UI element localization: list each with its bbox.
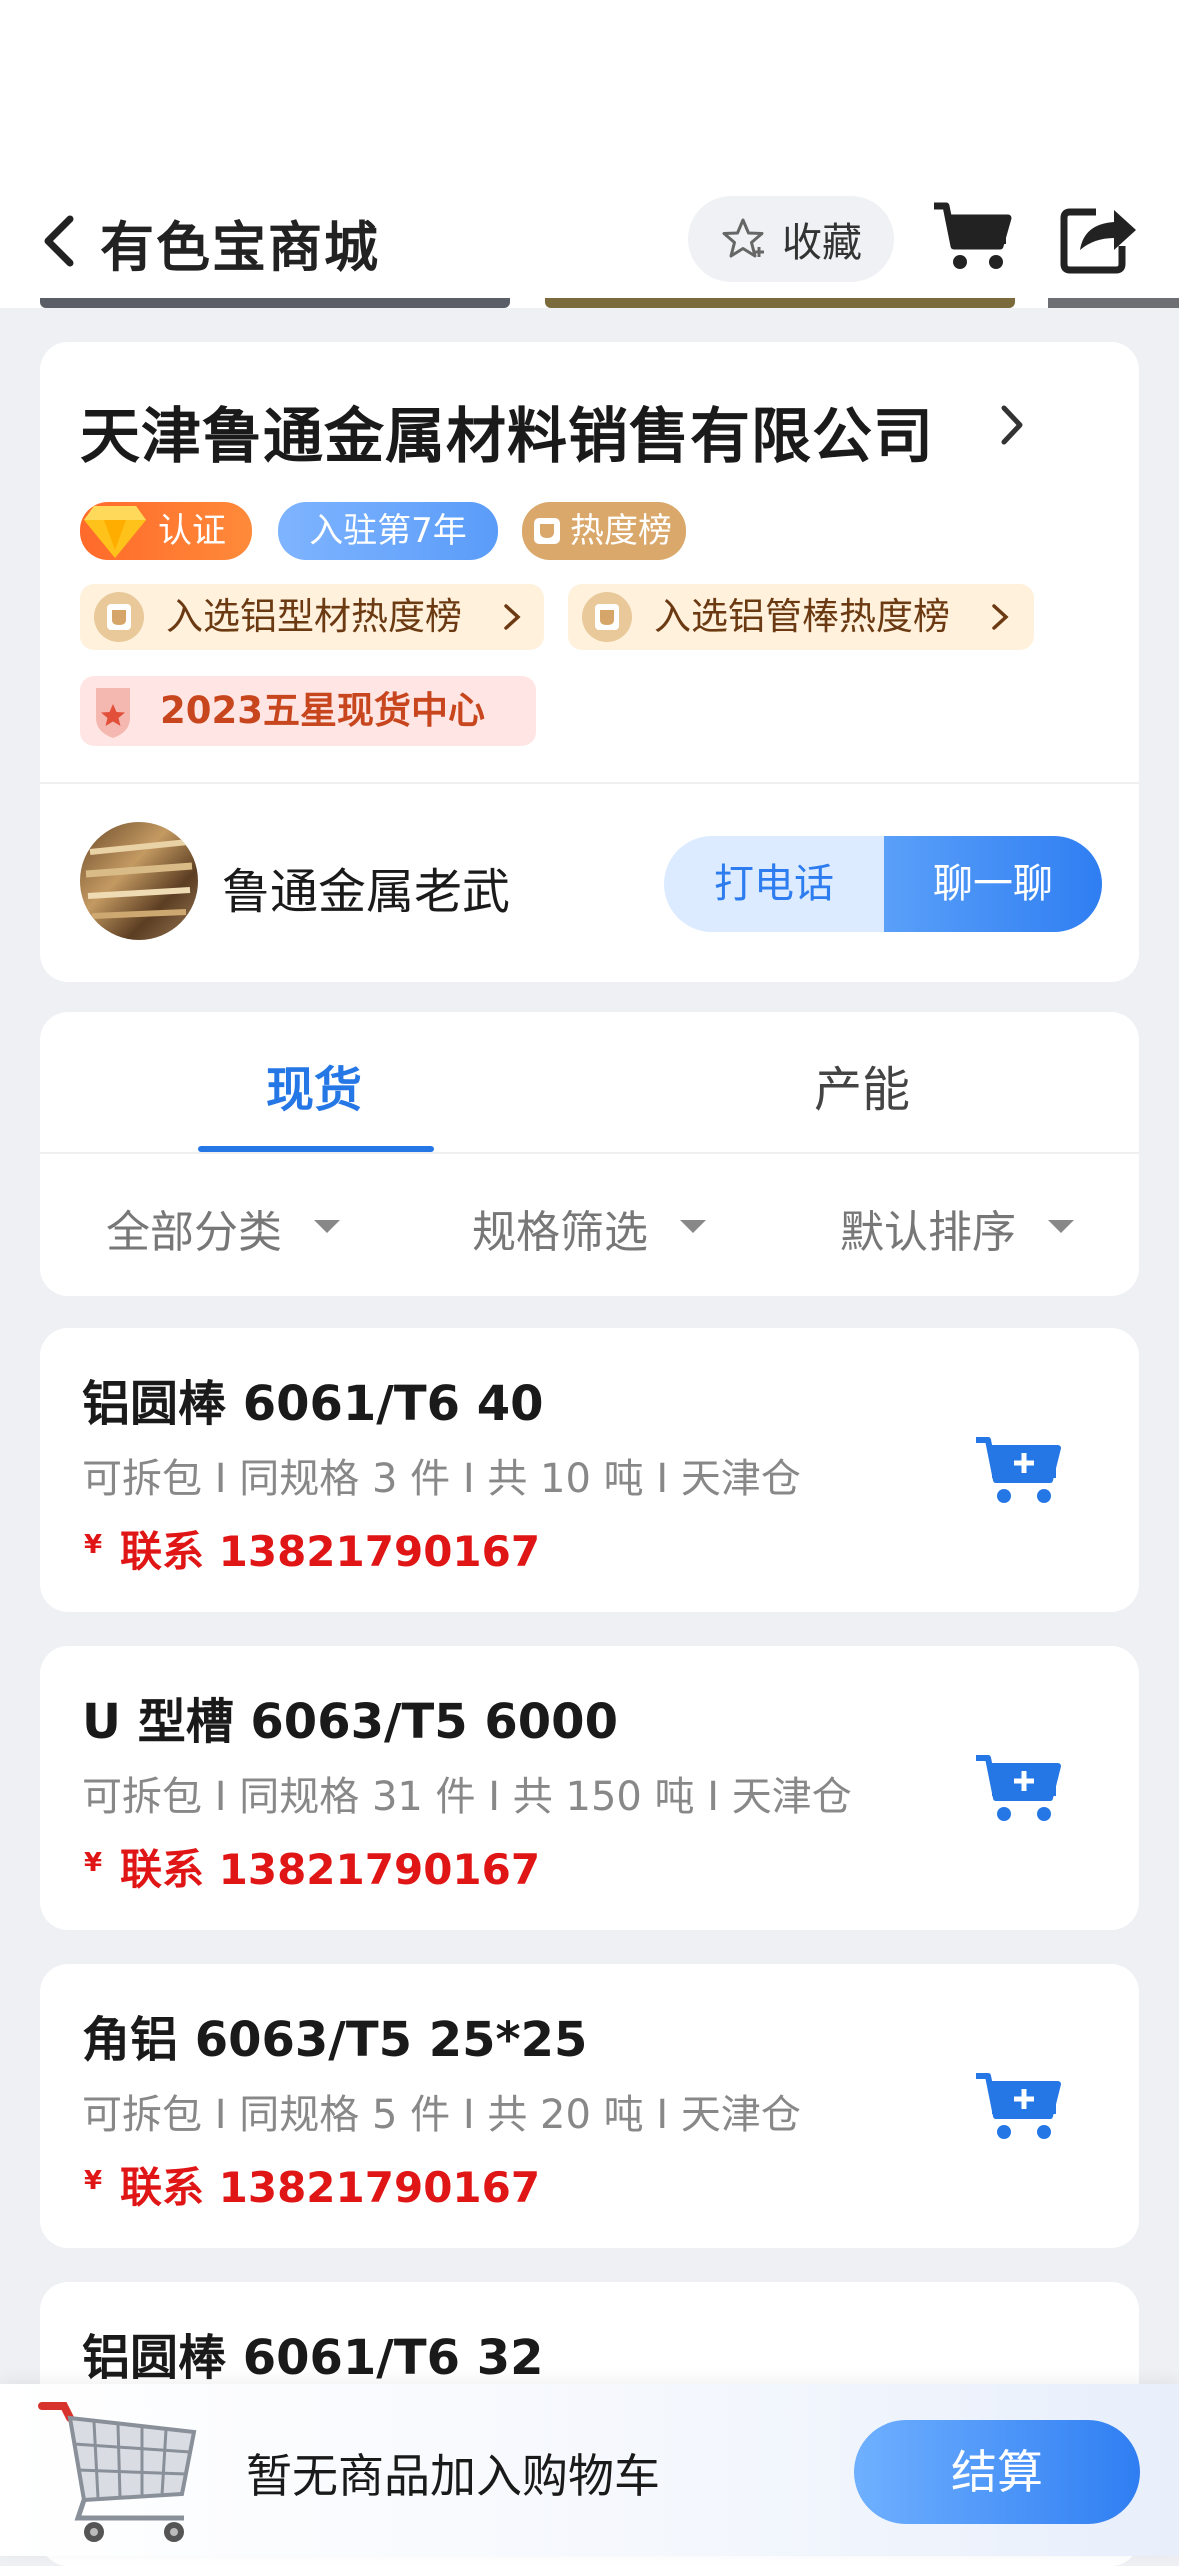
add-to-cart-icon[interactable]: [974, 1752, 1062, 1824]
diamond-icon: [82, 500, 148, 562]
rank-icon: [582, 592, 632, 642]
product-spec: 可拆包 I 同规格 31 件 I 共 150 吨 I 天津仓: [82, 1774, 852, 1820]
checkout-button[interactable]: 结算: [854, 2420, 1140, 2524]
product-price[interactable]: 联系 13821790167: [120, 1836, 540, 1897]
caret-down-icon: [1048, 1220, 1074, 1233]
avatar[interactable]: [80, 822, 198, 940]
back-button[interactable]: [36, 205, 86, 275]
status-bar-area: [0, 0, 1179, 195]
shop-name[interactable]: 天津鲁通金属材料销售有限公司: [80, 388, 934, 475]
ranking-aluminum-tube-bar[interactable]: 入选铝管棒热度榜: [568, 584, 1034, 650]
product-title: 角铝 6063/T5 25*25: [82, 2012, 588, 2068]
call-button[interactable]: 打电话: [664, 836, 884, 932]
currency-symbol: ¥: [84, 1848, 103, 1878]
medal-icon: [90, 684, 136, 740]
currency-symbol: ¥: [84, 1530, 103, 1560]
banner-image: [1048, 298, 1179, 308]
years-badge: 入驻第7年: [278, 502, 498, 560]
spec-filter-label: 规格筛选: [472, 1207, 648, 1258]
chevron-right-icon[interactable]: [992, 400, 1032, 450]
rank-icon: [94, 592, 144, 642]
contact-name: 鲁通金属老武: [222, 864, 511, 920]
favorite-label: 收藏: [782, 220, 862, 266]
tab-capacity[interactable]: 产能: [814, 1050, 910, 1120]
cart-empty-text: 暂无商品加入购物车: [246, 2449, 660, 2503]
honor-label: 2023五星现货中心: [160, 689, 485, 732]
category-filter[interactable]: 全部分类: [106, 1196, 340, 1260]
ranking-label: 入选铝管棒热度榜: [654, 595, 950, 638]
banner-image: [40, 298, 510, 308]
product-price[interactable]: 联系 13821790167: [120, 1518, 540, 1579]
ranking-label: 入选铝型材热度榜: [166, 595, 462, 638]
product-price[interactable]: 联系 13821790167: [120, 2154, 540, 2215]
verified-label: 认证: [158, 511, 226, 551]
caret-down-icon: [314, 1220, 340, 1233]
sort-filter[interactable]: 默认排序: [840, 1196, 1074, 1260]
share-icon[interactable]: [1060, 200, 1140, 274]
add-to-cart-icon[interactable]: [974, 1434, 1062, 1506]
product-spec: 可拆包 I 同规格 5 件 I 共 20 吨 I 天津仓: [82, 2092, 801, 2138]
chat-button[interactable]: 聊一聊: [884, 836, 1102, 932]
divider: [40, 782, 1139, 784]
shopping-cart-icon[interactable]: [932, 200, 1014, 272]
tab-stock[interactable]: 现货: [266, 1050, 362, 1120]
chevron-left-icon: [44, 215, 74, 267]
product-title: 铝圆棒 6061/T6 40: [82, 1376, 544, 1432]
shopping-basket-icon[interactable]: [34, 2392, 204, 2552]
chevron-right-icon: [992, 604, 1009, 630]
sort-filter-label: 默认排序: [840, 1207, 1016, 1258]
divider: [40, 1152, 1139, 1154]
chevron-right-icon: [504, 604, 521, 630]
product-title: 铝圆棒 6061/T6 32: [82, 2330, 544, 2386]
ranking-aluminum-profile[interactable]: 入选铝型材热度榜: [80, 584, 544, 650]
spec-filter[interactable]: 规格筛选: [472, 1196, 706, 1260]
caret-down-icon: [680, 1220, 706, 1233]
trophy-icon: [532, 516, 562, 546]
add-to-cart-icon[interactable]: [974, 2070, 1062, 2142]
product-title: U 型槽 6063/T5 6000: [82, 1694, 618, 1750]
page-title: 有色宝商城: [100, 216, 380, 279]
star-icon: [720, 216, 766, 262]
currency-symbol: ¥: [84, 2166, 103, 2196]
product-spec: 可拆包 I 同规格 3 件 I 共 10 吨 I 天津仓: [82, 1456, 801, 1502]
category-filter-label: 全部分类: [106, 1207, 282, 1258]
banner-image: [545, 298, 1015, 308]
